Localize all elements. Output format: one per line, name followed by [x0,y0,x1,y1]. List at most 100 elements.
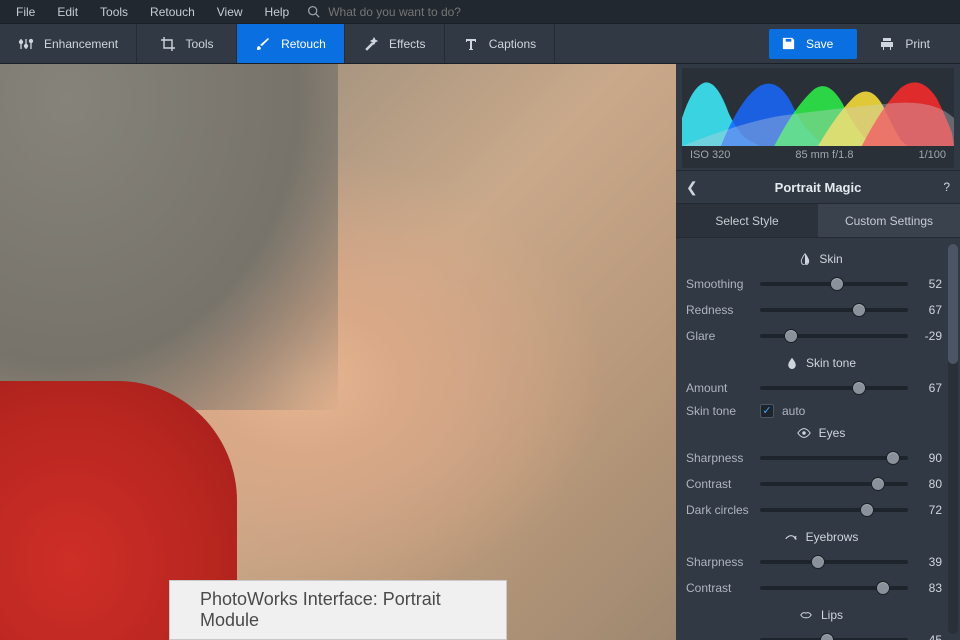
search-input[interactable] [328,5,508,19]
slider-value: 67 [916,303,942,317]
section-title: Skin tone [806,356,856,370]
slider-thumb[interactable] [811,555,825,569]
menu-retouch[interactable]: Retouch [140,2,205,22]
tab-effects[interactable]: Effects [345,24,445,63]
slider-thumb[interactable] [820,633,834,640]
slider-track[interactable] [760,282,908,286]
tab-enhancement[interactable]: Enhancement [0,24,137,63]
menu-edit[interactable]: Edit [47,2,88,22]
image-canvas[interactable]: PhotoWorks Interface: Portrait Module [0,64,676,640]
hist-lens: 85 mm f/1.8 [795,149,853,161]
slider-track[interactable] [760,586,908,590]
wand-icon [363,36,379,52]
tab-label: Effects [389,37,425,51]
slider-track[interactable] [760,482,908,486]
slider-thumb[interactable] [871,477,885,491]
panel-title: Portrait Magic [775,180,862,195]
hist-shutter: 1/100 [918,149,946,161]
subtab-select-style[interactable]: Select Style [676,204,818,238]
scrollbar-thumb[interactable] [948,244,958,364]
slider-thumb[interactable] [852,381,866,395]
histogram: ISO 320 85 mm f/1.8 1/100 [682,68,954,168]
slider-track[interactable] [760,308,908,312]
caption-overlay: PhotoWorks Interface: Portrait Module [169,580,507,640]
slider-amount: Amount67 [686,376,942,400]
hist-iso: ISO 320 [690,149,730,161]
tab-tools[interactable]: Tools [137,24,237,63]
checkbox-text: auto [782,404,805,418]
crop-icon [160,36,176,52]
brush-icon [255,36,271,52]
toolbar: Enhancement Tools Retouch Effects Captio… [0,24,960,64]
save-button[interactable]: Save [769,29,857,59]
slider-value: 45 [916,633,942,640]
tab-captions[interactable]: Captions [445,24,555,63]
checkbox-row-skin-tone: Skin tone auto [686,404,956,418]
slider-label: Redness [686,303,752,317]
slider-lips: 45 [686,628,942,640]
slider-thumb[interactable] [876,581,890,595]
slider-sharpness: Sharpness39 [686,550,942,574]
auto-checkbox[interactable] [760,404,774,418]
slider-track[interactable] [760,560,908,564]
section-head-eyebrows: Eyebrows [686,530,956,544]
menu-file[interactable]: File [6,2,45,22]
sidebar: ISO 320 85 mm f/1.8 1/100 ❮ Portrait Mag… [676,64,960,640]
tab-label: Tools [186,37,214,51]
tab-label: Captions [489,37,536,51]
slider-value: -29 [916,329,942,343]
slider-dark-circles: Dark circles72 [686,498,942,522]
section-title: Eyes [819,426,846,440]
slider-track[interactable] [760,508,908,512]
slider-label: Glare [686,329,752,343]
menu-help[interactable]: Help [255,2,300,22]
slider-thumb[interactable] [784,329,798,343]
menubar: File Edit Tools Retouch View Help [0,0,960,24]
subtabs: Select Style Custom Settings [676,204,960,238]
slider-value: 52 [916,277,942,291]
slider-sharpness: Sharpness90 [686,446,942,470]
slider-thumb[interactable] [886,451,900,465]
menu-view[interactable]: View [207,2,253,22]
main: PhotoWorks Interface: Portrait Module IS… [0,64,960,640]
section-title: Skin [819,252,842,266]
slider-redness: Redness 67 [686,298,942,322]
slider-thumb[interactable] [860,503,874,517]
section-head-skin-tone: Skin tone [686,356,956,370]
lips-icon [799,610,813,620]
slider-label: Amount [686,381,752,395]
text-icon [463,36,479,52]
tab-label: Enhancement [44,37,118,51]
sliders-icon [18,36,34,52]
save-icon [781,36,796,51]
slider-track[interactable] [760,456,908,460]
print-button[interactable]: Print [871,29,950,59]
slider-track[interactable] [760,334,908,338]
slider-label: Sharpness [686,555,752,569]
section-title: Eyebrows [806,530,859,544]
slider-smoothing: Smoothing 52 [686,272,942,296]
slider-value: 72 [916,503,942,517]
help-button[interactable]: ? [943,180,950,194]
slider-contrast: Contrast80 [686,472,942,496]
slider-label: Smoothing [686,277,752,291]
drop-icon [786,357,798,369]
menu-tools[interactable]: Tools [90,2,138,22]
back-button[interactable]: ❮ [686,179,698,196]
section-head-lips: Lips [686,608,956,622]
slider-value: 80 [916,477,942,491]
slider-contrast: Contrast 83 [686,576,942,600]
slider-value: 83 [916,581,942,595]
drop-half-icon [799,253,811,265]
panel-header: ❮ Portrait Magic ? [676,170,960,204]
subtab-custom-settings[interactable]: Custom Settings [818,204,960,238]
tab-retouch[interactable]: Retouch [237,24,345,63]
slider-thumb[interactable] [852,303,866,317]
section-title: Lips [821,608,843,622]
slider-track[interactable] [760,386,908,390]
slider-label: Contrast [686,581,752,595]
slider-label: Sharpness [686,451,752,465]
save-label: Save [806,37,833,51]
checkbox-label: Skin tone [686,404,752,418]
slider-thumb[interactable] [830,277,844,291]
